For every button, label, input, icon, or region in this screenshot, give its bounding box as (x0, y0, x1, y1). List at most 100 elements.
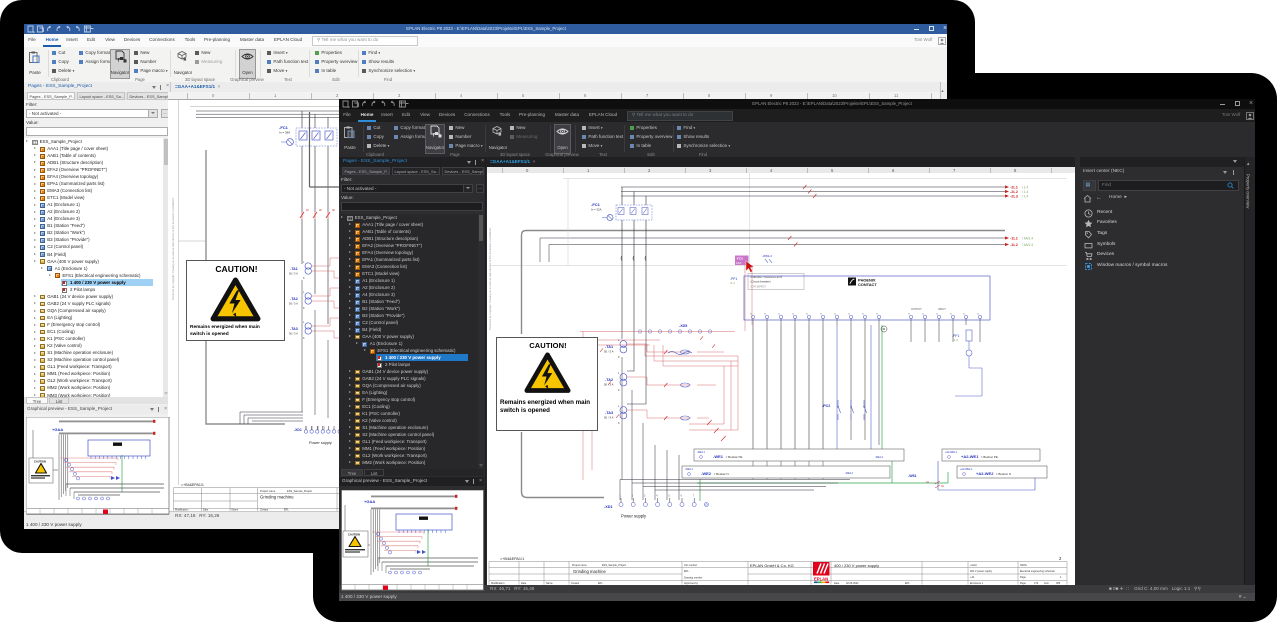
svg-text:=+B4&EPA1/1: =+B4&EPA1/1 (181, 483, 204, 487)
svg-text:-TA1: -TA1 (605, 345, 613, 349)
svg-text:EPL: EPL (905, 582, 910, 585)
svg-text:EPL: EPL (684, 570, 689, 573)
svg-text:+A2-WE1.1: +A2-WE1.1 (945, 451, 958, 454)
svg-text:-2L2: -2L2 (1010, 190, 1018, 194)
svg-text:= Busbar PE: = Busbar PE (981, 455, 998, 459)
svg-text:1F: 1F (306, 208, 309, 212)
svg-text:+GAA: +GAA (364, 499, 375, 504)
svg-text:+A1: +A1 (970, 576, 975, 579)
svg-text:/1.4: /1.4 (730, 281, 735, 285)
svg-text:= Busbar N: = Busbar N (714, 472, 729, 476)
svg-text:= Busbar PE: = Busbar PE (726, 455, 743, 459)
svg-text:50 / 3 A: 50 / 3 A (289, 332, 298, 336)
svg-text:/ 1.4: / 1.4 (1022, 195, 1028, 199)
svg-text:365: 365 (1056, 582, 1061, 585)
svg-text:02.06.2022: 02.06.2022 (846, 582, 859, 585)
svg-text:(Circuit breaker): (Circuit breaker) (751, 279, 771, 283)
svg-text:Job number: Job number (684, 564, 697, 567)
svg-text:50 / 3 A: 50 / 3 A (604, 416, 614, 420)
svg-text:3F: 3F (332, 208, 335, 212)
svg-text:50 / 3 A: 50 / 3 A (604, 350, 614, 354)
svg-text:Modification: Modification (491, 582, 505, 585)
svg-text:+A2-WE2.1: +A2-WE2.1 (960, 468, 973, 471)
svg-text:ESS_Sample_Project: ESS_Sample_Project (602, 564, 626, 567)
svg-text:/ 4A/1.4: / 4A/1.4 (1022, 237, 1033, 241)
svg-text:-1L2: -1L2 (1010, 243, 1018, 247)
svg-text:Creator: Creator (571, 582, 580, 585)
svg-text:Date: Date (834, 582, 840, 585)
svg-text:-WE2.2: -WE2.2 (845, 472, 854, 475)
svg-text:-XD5: -XD5 (679, 324, 687, 328)
svg-text:16A: 16A (736, 261, 741, 265)
svg-text:CAUTION: CAUTION (34, 459, 46, 463)
svg-text:+A2-WE1: +A2-WE1 (961, 454, 979, 459)
svg-text:50 / 3 A: 50 / 3 A (604, 383, 614, 387)
svg-text:Grinding machine: Grinding machine (260, 495, 294, 500)
svg-text:400 V power supply: 400 V power supply (970, 570, 993, 573)
svg-text:Drawing number: Drawing number (684, 577, 703, 580)
svg-text:Power supply: Power supply (621, 514, 647, 519)
svg-text:-2L3: -2L3 (1010, 195, 1018, 199)
svg-text:-WE2.1: -WE2.1 (685, 468, 694, 471)
svg-text:-W61: -W61 (908, 474, 917, 478)
svg-text:Enclosure 1: Enclosure 1 (970, 582, 984, 585)
svg-text:400 / 230 V power supply: 400 / 230 V power supply (834, 563, 879, 568)
svg-text:INPUT: INPUT (938, 307, 946, 311)
svg-text:-WE1.2: -WE1.2 (875, 456, 884, 459)
svg-text:CAUTION: CAUTION (348, 532, 360, 536)
svg-text:50 / 3 A: 50 / 3 A (289, 272, 298, 276)
svg-text:-WE1: -WE1 (713, 454, 724, 459)
svg-text:from: from (1044, 582, 1049, 585)
svg-text:Date: Date (521, 582, 527, 585)
svg-text:-XD1: -XD1 (294, 428, 302, 432)
svg-text:Approved by: Approved by (684, 582, 699, 585)
svg-text:-W63-4: -W63-4 (762, 254, 772, 258)
svg-text:Protected by copyright. Passin: Protected by copyright. Passing on as we… (488, 227, 492, 330)
svg-text:-TA2: -TA2 (290, 297, 298, 301)
svg-text:In = 38A: In = 38A (279, 131, 290, 135)
svg-text:-1L1: -1L1 (1010, 237, 1018, 241)
svg-text:/ 1.4: / 1.4 (1022, 190, 1028, 194)
svg-text:=+B4&EPA1/1: =+B4&EPA1/1 (500, 557, 524, 561)
svg-text:-WE1.1: -WE1.1 (697, 451, 706, 454)
svg-text:/ 1.4: / 1.4 (1022, 186, 1028, 190)
svg-text:+A2-WE2: +A2-WE2 (976, 471, 994, 476)
svg-text:ESS_Sample_Project: ESS_Sample_Project (287, 489, 312, 493)
svg-text:EPLAN GmbH & Co. KG: EPLAN GmbH & Co. KG (750, 563, 794, 568)
svg-text:176: 176 (1034, 582, 1039, 585)
svg-text:-FC1: -FC1 (591, 202, 601, 207)
svg-text:Date: Date (203, 508, 209, 511)
svg-text:NFPA:: NFPA: (1020, 564, 1027, 567)
svg-text:EPLAN: EPLAN (814, 577, 828, 582)
svg-text:+GAA: +GAA (52, 427, 63, 432)
svg-text:= Busbar N: = Busbar N (996, 472, 1011, 476)
svg-text:Project name: Project name (260, 489, 276, 493)
svg-text:SOR 3SPROT: SOR 3SPROT (751, 286, 767, 289)
svg-text:2F: 2F (319, 208, 322, 212)
svg-text:Page: Page (1020, 576, 1026, 579)
svg-text:Name: Name (232, 508, 239, 511)
svg-text:CONTACT: CONTACT (858, 282, 877, 287)
svg-text:OUTPUT: OUTPUT (911, 307, 922, 311)
svg-text:-FC1: -FC1 (279, 125, 289, 130)
svg-text:-XD1: -XD1 (604, 505, 613, 509)
svg-text:/ 4A/1.4: / 4A/1.4 (1022, 243, 1033, 247)
svg-text:50 / 3 A: 50 / 3 A (289, 302, 298, 306)
svg-text:-PC2: -PC2 (822, 404, 830, 408)
svg-text:-2L1: -2L1 (1010, 186, 1018, 190)
svg-text:Project name: Project name (572, 564, 587, 567)
svg-text:Name: Name (546, 582, 553, 585)
svg-text:Electrical engineering schemat: Electrical engineering schemati (1020, 570, 1055, 573)
svg-text:-TA3: -TA3 (290, 327, 298, 331)
svg-text:-TA3: -TA3 (605, 411, 613, 415)
svg-text:EPL: EPL (284, 508, 289, 511)
svg-text:Modification: Modification (175, 508, 189, 511)
svg-text:Power supply: Power supply (309, 441, 332, 445)
svg-text:Grinding machine: Grinding machine (573, 569, 606, 574)
svg-text:-TA2: -TA2 (605, 378, 613, 382)
svg-text:/1.4: /1.4 (953, 338, 958, 342)
svg-text:Page: Page (1020, 582, 1026, 585)
svg-text:Creator: Creator (260, 508, 269, 511)
svg-text:In = 32A: In = 32A (591, 208, 602, 212)
svg-text:-WE2: -WE2 (701, 471, 712, 476)
